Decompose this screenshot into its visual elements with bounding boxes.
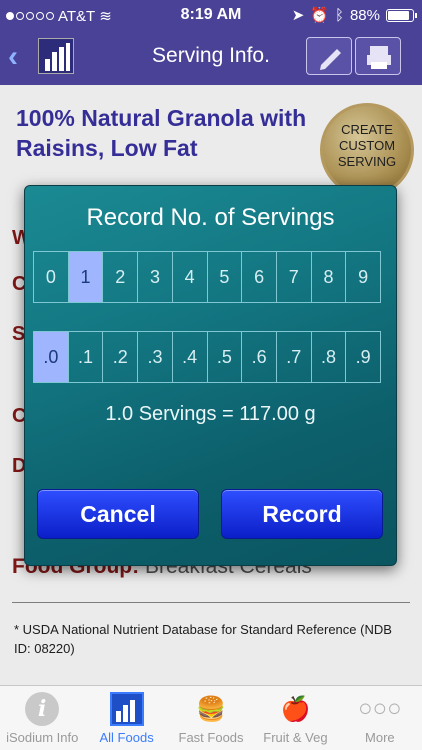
whole-option[interactable]: 5 <box>208 252 243 302</box>
record-button[interactable]: Record <box>221 489 383 539</box>
status-bar: AT&T ≋ 8:19 AM ➤ ⏰ ᛒ 88% <box>0 0 422 30</box>
more-icon: ○○○ <box>358 695 402 722</box>
edit-button[interactable] <box>306 37 352 75</box>
location-icon: ➤ <box>291 7 305 24</box>
cancel-button[interactable]: Cancel <box>37 489 199 539</box>
whole-option[interactable]: 3 <box>138 252 173 302</box>
whole-option[interactable]: 9 <box>346 252 380 302</box>
servings-summary: 1.0 Servings = 117.00 g <box>105 403 316 425</box>
battery-icon <box>386 8 417 22</box>
fast-food-icon: 🍔 <box>196 695 226 723</box>
whole-option[interactable]: 2 <box>103 252 139 302</box>
fraction-option[interactable]: .1 <box>69 332 104 382</box>
tab-fast-foods[interactable]: 🍔 Fast Foods <box>169 686 253 750</box>
alarm-icon: ⏰ <box>310 7 329 24</box>
tab-label: iSodium Info <box>6 730 79 745</box>
fraction-option[interactable]: .9 <box>346 332 380 382</box>
info-icon: i <box>25 692 60 726</box>
battery-percent: 88% <box>349 6 380 24</box>
tab-fruit-veg[interactable]: 🍎 Fruit & Veg <box>253 686 337 750</box>
fraction-option[interactable]: .5 <box>208 332 243 382</box>
servings-dialog: Record No. of Servings 0 1 2 3 4 5 6 7 8… <box>24 185 397 566</box>
dialog-title: Record No. of Servings <box>86 204 335 231</box>
tab-label: All Foods <box>99 730 154 745</box>
fraction-option[interactable]: .8 <box>312 332 347 382</box>
whole-option[interactable]: 0 <box>34 252 69 302</box>
whole-option[interactable]: 6 <box>242 252 277 302</box>
tab-more[interactable]: ○○○ More <box>338 686 422 750</box>
nav-bar: ‹ Serving Info. <box>0 32 422 82</box>
whole-number-picker: 0 1 2 3 4 5 6 7 8 9 <box>33 251 381 303</box>
whole-option[interactable]: 8 <box>312 252 347 302</box>
printer-icon <box>367 46 391 69</box>
print-button[interactable] <box>355 37 401 75</box>
whole-option[interactable]: 7 <box>277 252 312 302</box>
tab-bar: i iSodium Info All Foods 🍔 Fast Foods 🍎 … <box>0 685 422 750</box>
tab-label: Fast Foods <box>178 730 244 745</box>
tab-isodium-info[interactable]: i iSodium Info <box>0 686 84 750</box>
tab-label: Fruit & Veg <box>263 730 328 745</box>
fraction-option[interactable]: .3 <box>138 332 173 382</box>
whole-option-selected[interactable]: 1 <box>68 252 104 302</box>
fraction-option[interactable]: .6 <box>242 332 277 382</box>
bluetooth-icon: ᛒ <box>334 6 344 24</box>
fraction-option[interactable]: .4 <box>173 332 208 382</box>
fraction-option-selected[interactable]: .0 <box>34 332 69 382</box>
fraction-option[interactable]: .2 <box>103 332 139 382</box>
status-right: ➤ ⏰ ᛒ 88% <box>291 6 417 24</box>
apple-icon: 🍎 <box>280 695 311 723</box>
bar-chart-icon <box>109 692 144 726</box>
tab-label: More <box>365 730 395 745</box>
top-bar: AT&T ≋ 8:19 AM ➤ ⏰ ᛒ 88% ‹ Serving Info. <box>0 0 422 85</box>
pencil-icon <box>320 49 341 70</box>
fraction-picker: .0 .1 .2 .3 .4 .5 .6 .7 .8 .9 <box>33 331 381 383</box>
fraction-option[interactable]: .7 <box>277 332 312 382</box>
whole-option[interactable]: 4 <box>173 252 208 302</box>
tab-all-foods[interactable]: All Foods <box>84 686 168 750</box>
